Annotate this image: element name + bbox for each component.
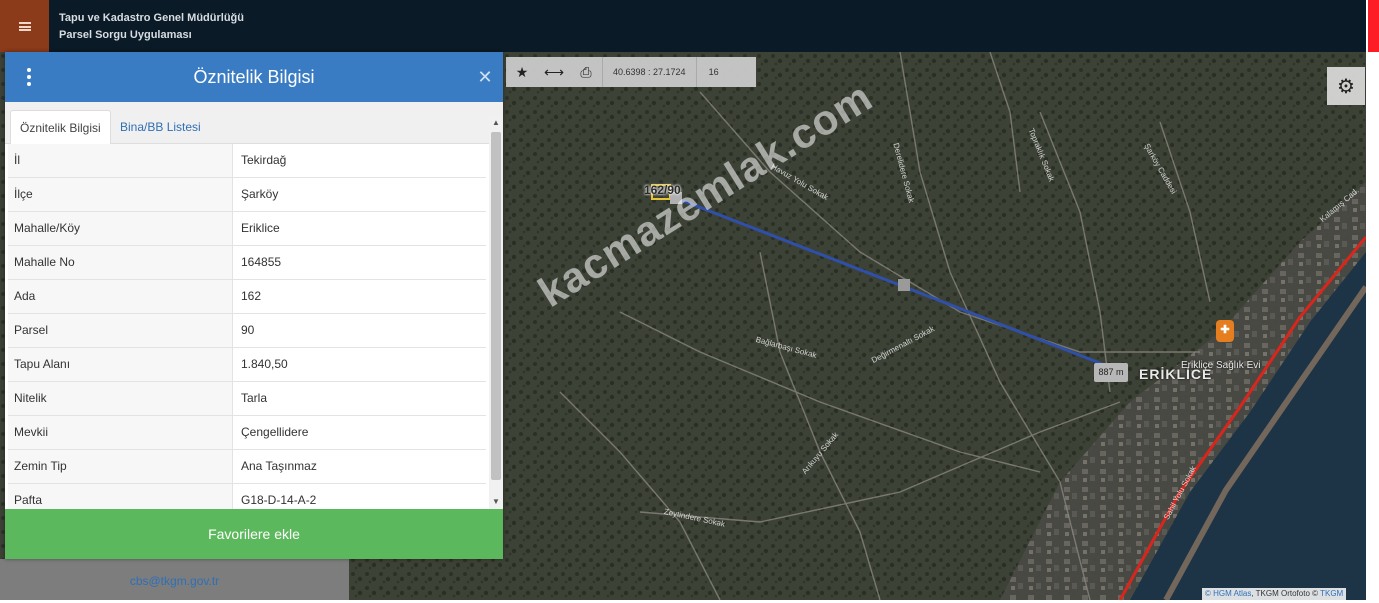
panel-header: Öznitelik Bilgisi ✕ — [5, 52, 503, 102]
row-key: Tapu Alanı — [8, 348, 233, 381]
table-row: Nitelik Tarla — [8, 382, 486, 416]
attribution-hgm-link[interactable]: © HGM Atlas — [1205, 589, 1251, 598]
scroll-thumb[interactable] — [491, 132, 501, 480]
attribute-panel: Öznitelik Bilgisi ✕ Öznitelik Bilgisi Bi… — [5, 52, 503, 559]
parcel-label: 162/90 — [644, 183, 681, 197]
row-value: Tekirdağ — [241, 153, 287, 167]
table-row: Tapu Alanı 1.840,50 — [8, 348, 486, 382]
row-value: Çengellidere — [241, 425, 309, 439]
contact-email-link[interactable]: cbs@tkgm.gov.tr — [0, 574, 349, 588]
add-favorite-button[interactable]: Favorilere ekle — [5, 509, 503, 559]
tab-building-list[interactable]: Bina/BB Listesi — [111, 110, 210, 145]
print-icon[interactable]: ⎙ — [570, 57, 602, 87]
row-key: İlçe — [8, 178, 233, 211]
star-icon[interactable]: ★ — [506, 57, 538, 87]
map-toolbar: ★ ⟷ ⎙ 40.6398 : 27.1724 16 — [506, 57, 756, 87]
attribution-tkgm-link[interactable]: TKGM — [1320, 589, 1343, 598]
row-key: Mahalle/Köy — [8, 212, 233, 245]
panel-tabs: Öznitelik Bilgisi Bina/BB Listesi — [5, 102, 503, 145]
table-row: Pafta G18-D-14-A-2 — [8, 484, 486, 509]
table-row: İl Tekirdağ — [8, 144, 486, 178]
scroll-up-arrow-icon[interactable]: ▲ — [489, 116, 503, 130]
zoom-level: 16 — [708, 67, 719, 77]
attribute-table: İl Tekirdağ İlçe Şarköy Mahalle/Köy Erik… — [5, 144, 489, 509]
row-value: Şarköy — [241, 187, 279, 201]
measure-icon[interactable]: ⟷ — [538, 57, 570, 87]
close-icon[interactable]: ✕ — [473, 65, 497, 89]
panel-title: Öznitelik Bilgisi — [193, 67, 315, 87]
hamburger-icon — [18, 21, 31, 31]
row-value: 1.840,50 — [241, 357, 288, 371]
coordinate-readout: 40.6398 : 27.1724 — [602, 57, 697, 87]
table-scrollbar[interactable]: ▲ ▼ — [489, 116, 503, 509]
row-value: 90 — [241, 323, 255, 337]
table-row: Mahalle/Köy Eriklice — [8, 212, 486, 246]
poi-label: Erikliçe Sağlık Evi — [1181, 360, 1261, 371]
row-key: Parsel — [8, 314, 233, 347]
window-edge — [1366, 0, 1379, 603]
row-key: Mahalle No — [8, 246, 233, 279]
app-title-line2: Parsel Sorgu Uygulaması — [59, 29, 192, 41]
measure-handle-mid[interactable] — [898, 279, 910, 291]
map-attribution: © HGM Atlas, TKGM Ortofoto © TKGM — [1202, 588, 1347, 600]
row-value: Ana Taşınmaz — [241, 459, 317, 473]
table-row: Zemin Tip Ana Taşınmaz — [8, 450, 486, 484]
attribution-text: , TKGM Ortofoto © — [1251, 589, 1321, 598]
row-key: Ada — [8, 280, 233, 313]
row-value: Tarla — [241, 391, 268, 405]
gear-icon[interactable]: ⚙ — [1327, 67, 1365, 105]
app-title: Tapu ve Kadastro Genel Müdürlüğü Parsel … — [59, 10, 244, 44]
row-key: Nitelik — [8, 382, 233, 415]
more-options-icon[interactable] — [19, 52, 39, 102]
table-row: Ada 162 — [8, 280, 486, 314]
menu-button[interactable] — [0, 0, 49, 52]
table-row: Parsel 90 — [8, 314, 486, 348]
app-title-line1: Tapu ve Kadastro Genel Müdürlüğü — [59, 12, 244, 24]
row-value: 162 — [241, 289, 262, 303]
edge-accent — [1368, 0, 1379, 52]
row-value: G18-D-14-A-2 — [241, 493, 317, 507]
table-row: İlçe Şarköy — [8, 178, 486, 212]
row-value: 164855 — [241, 255, 282, 269]
table-row: Mahalle No 164855 — [8, 246, 486, 280]
tab-attribute-info[interactable]: Öznitelik Bilgisi — [10, 110, 111, 145]
table-row: Mevkii Çengellidere — [8, 416, 486, 450]
top-header: Tapu ve Kadastro Genel Müdürlüğü Parsel … — [0, 0, 1366, 52]
row-value: Eriklice — [241, 221, 280, 235]
row-key: Zemin Tip — [8, 450, 233, 483]
row-key: İl — [8, 144, 233, 177]
row-key: Mevkii — [8, 416, 233, 449]
distance-label: 887 m — [1094, 363, 1128, 382]
scroll-down-arrow-icon[interactable]: ▼ — [489, 495, 503, 509]
row-key: Pafta — [8, 484, 233, 509]
health-poi-icon[interactable]: ✚ — [1216, 320, 1234, 342]
